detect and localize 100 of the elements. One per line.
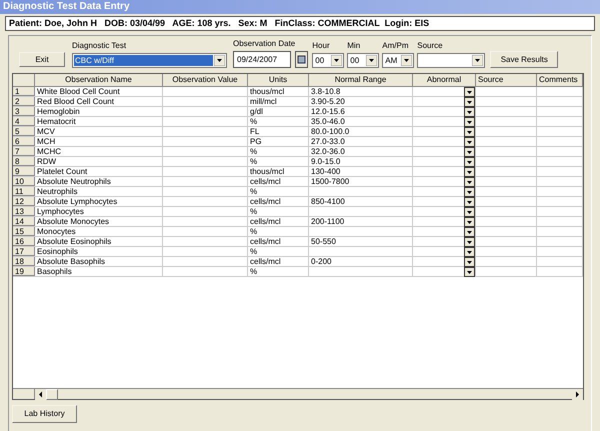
table-cell: Red Blood Cell Count — [35, 97, 163, 106]
row-number: 17 — [13, 247, 35, 256]
calendar-icon[interactable] — [295, 51, 308, 68]
table-cell: Basophils — [35, 267, 163, 276]
diagnostic-test-dropdown[interactable]: CBC w/Diff — [72, 53, 227, 68]
table-cell: % — [248, 147, 309, 156]
ampm-dropdown[interactable]: AM — [382, 53, 414, 68]
field-label: Am/Pm — [382, 42, 410, 50]
table-cell: PG — [248, 137, 309, 146]
table-cell: % — [248, 157, 309, 166]
row-number: 9 — [13, 167, 35, 176]
row-number: 3 — [13, 107, 35, 116]
patient-info: Patient: Doe, John H DOB: 03/04/99 AGE: 108 yrs. Sex: M FinClass: COMMERCIAL Login: EIS — [9, 19, 430, 28]
table-cell: % — [248, 247, 309, 256]
minute-dropdown[interactable]: 00 — [347, 53, 380, 68]
table-cell: MCH — [35, 137, 163, 146]
table-cell: cells/mcl — [248, 257, 309, 266]
column-header[interactable]: Units — [248, 74, 309, 86]
table-cell: 80.0-100.0 — [309, 127, 413, 136]
scroll-left-icon[interactable] — [35, 389, 46, 400]
row-number: 18 — [13, 257, 35, 266]
row-number: 13 — [13, 207, 35, 216]
table-cell: Platelet Count — [35, 167, 163, 176]
hour-dropdown[interactable]: 00 — [312, 53, 344, 68]
table-cell: 200-1100 — [309, 217, 413, 226]
field-label: Hour — [312, 42, 331, 50]
table-cell: Eosinophils — [35, 247, 163, 256]
column-header[interactable]: Observation Value — [163, 74, 248, 86]
dropdown-arrow-icon — [214, 55, 225, 66]
table-cell: 50-550 — [309, 237, 413, 246]
row-number: 12 — [13, 197, 35, 206]
table-cell: Hematocrit — [35, 117, 163, 126]
row-number: 15 — [13, 227, 35, 236]
column-header[interactable]: Source — [476, 74, 537, 86]
field-label: Min — [347, 42, 362, 50]
table-cell: % — [248, 227, 309, 236]
dropdown-arrow-icon — [366, 55, 378, 66]
table-cell: 0-200 — [309, 257, 413, 266]
date-field[interactable]: 09/24/2007 — [233, 51, 291, 68]
table-cell: RDW — [35, 157, 163, 166]
row-number: 14 — [13, 217, 35, 226]
source-dropdown[interactable] — [417, 53, 486, 68]
table-cell: Absolute Neutrophils — [35, 177, 163, 186]
dropdown-arrow-icon — [401, 55, 412, 66]
table-cell: 35.0-46.0 — [309, 117, 413, 126]
column-header[interactable]: Comments — [537, 74, 583, 86]
table-cell: 32.0-36.0 — [309, 147, 413, 156]
dropdown-value: AM — [384, 56, 398, 64]
dropdown-value: CBC w/Diff — [74, 55, 213, 66]
lab-history-button[interactable]: Lab History — [12, 405, 77, 423]
row-number: 7 — [13, 147, 35, 156]
table-cell: cells/mcl — [248, 237, 309, 246]
table-cell: MCHC — [35, 147, 163, 156]
table-cell: 3.8-10.8 — [309, 87, 413, 96]
table-cell: Hemoglobin — [35, 107, 163, 116]
table-cell: thous/mcl — [248, 87, 309, 96]
table-cell: MCV — [35, 127, 163, 136]
table-cell: cells/mcl — [248, 217, 309, 226]
table-cell: % — [248, 207, 309, 216]
table-cell: Absolute Basophils — [35, 257, 163, 266]
dropdown-value: 00 — [349, 56, 360, 64]
table-cell: thous/mcl — [248, 167, 309, 176]
scrollbar-thumb[interactable] — [46, 389, 58, 400]
table-cell: 850-4100 — [309, 197, 413, 206]
table-cell: Lymphocytes — [35, 207, 163, 216]
row-number: 11 — [13, 187, 35, 196]
table-cell: Monocytes — [35, 227, 163, 236]
dropdown-arrow-icon — [331, 55, 342, 66]
row-number: 2 — [13, 97, 35, 106]
row-number: 10 — [13, 177, 35, 186]
window-title: Diagnostic Test Data Entry — [3, 2, 130, 12]
row-number: 6 — [13, 137, 35, 146]
table-cell: Absolute Lymphocytes — [35, 197, 163, 206]
row-number: 19 — [13, 267, 35, 276]
table-cell: 3.90-5.20 — [309, 97, 413, 106]
table-cell: Absolute Eosinophils — [35, 237, 163, 246]
table-cell: cells/mcl — [248, 197, 309, 206]
table-cell: 27.0-33.0 — [309, 137, 413, 146]
row-number: 8 — [13, 157, 35, 166]
save-results-button[interactable]: Save Results — [490, 51, 558, 68]
table-cell: mill/mcl — [248, 97, 309, 106]
column-header[interactable]: Normal Range — [309, 74, 413, 86]
column-header[interactable]: Abnormal — [413, 74, 476, 86]
field-label: Source — [417, 42, 444, 50]
row-number: 1 — [13, 87, 35, 96]
column-header[interactable]: Observation Name — [35, 74, 163, 86]
exit-button[interactable]: Exit — [19, 52, 65, 67]
table-cell: 9.0-15.0 — [309, 157, 413, 166]
table-cell: cells/mcl — [248, 177, 309, 186]
row-number: 5 — [13, 127, 35, 136]
table-cell: 1500-7800 — [309, 177, 413, 186]
table-cell: Absolute Monocytes — [35, 217, 163, 226]
dropdown-arrow-icon — [472, 55, 484, 66]
field-label: Diagnostic Test — [72, 42, 128, 50]
table-cell: Neutrophils — [35, 187, 163, 196]
table-cell: 12.0-15.6 — [309, 107, 413, 116]
dropdown-value: 00 — [314, 56, 326, 64]
field-label: Observation Date — [233, 40, 296, 48]
table-cell: FL — [248, 127, 309, 136]
row-number: 16 — [13, 237, 35, 246]
